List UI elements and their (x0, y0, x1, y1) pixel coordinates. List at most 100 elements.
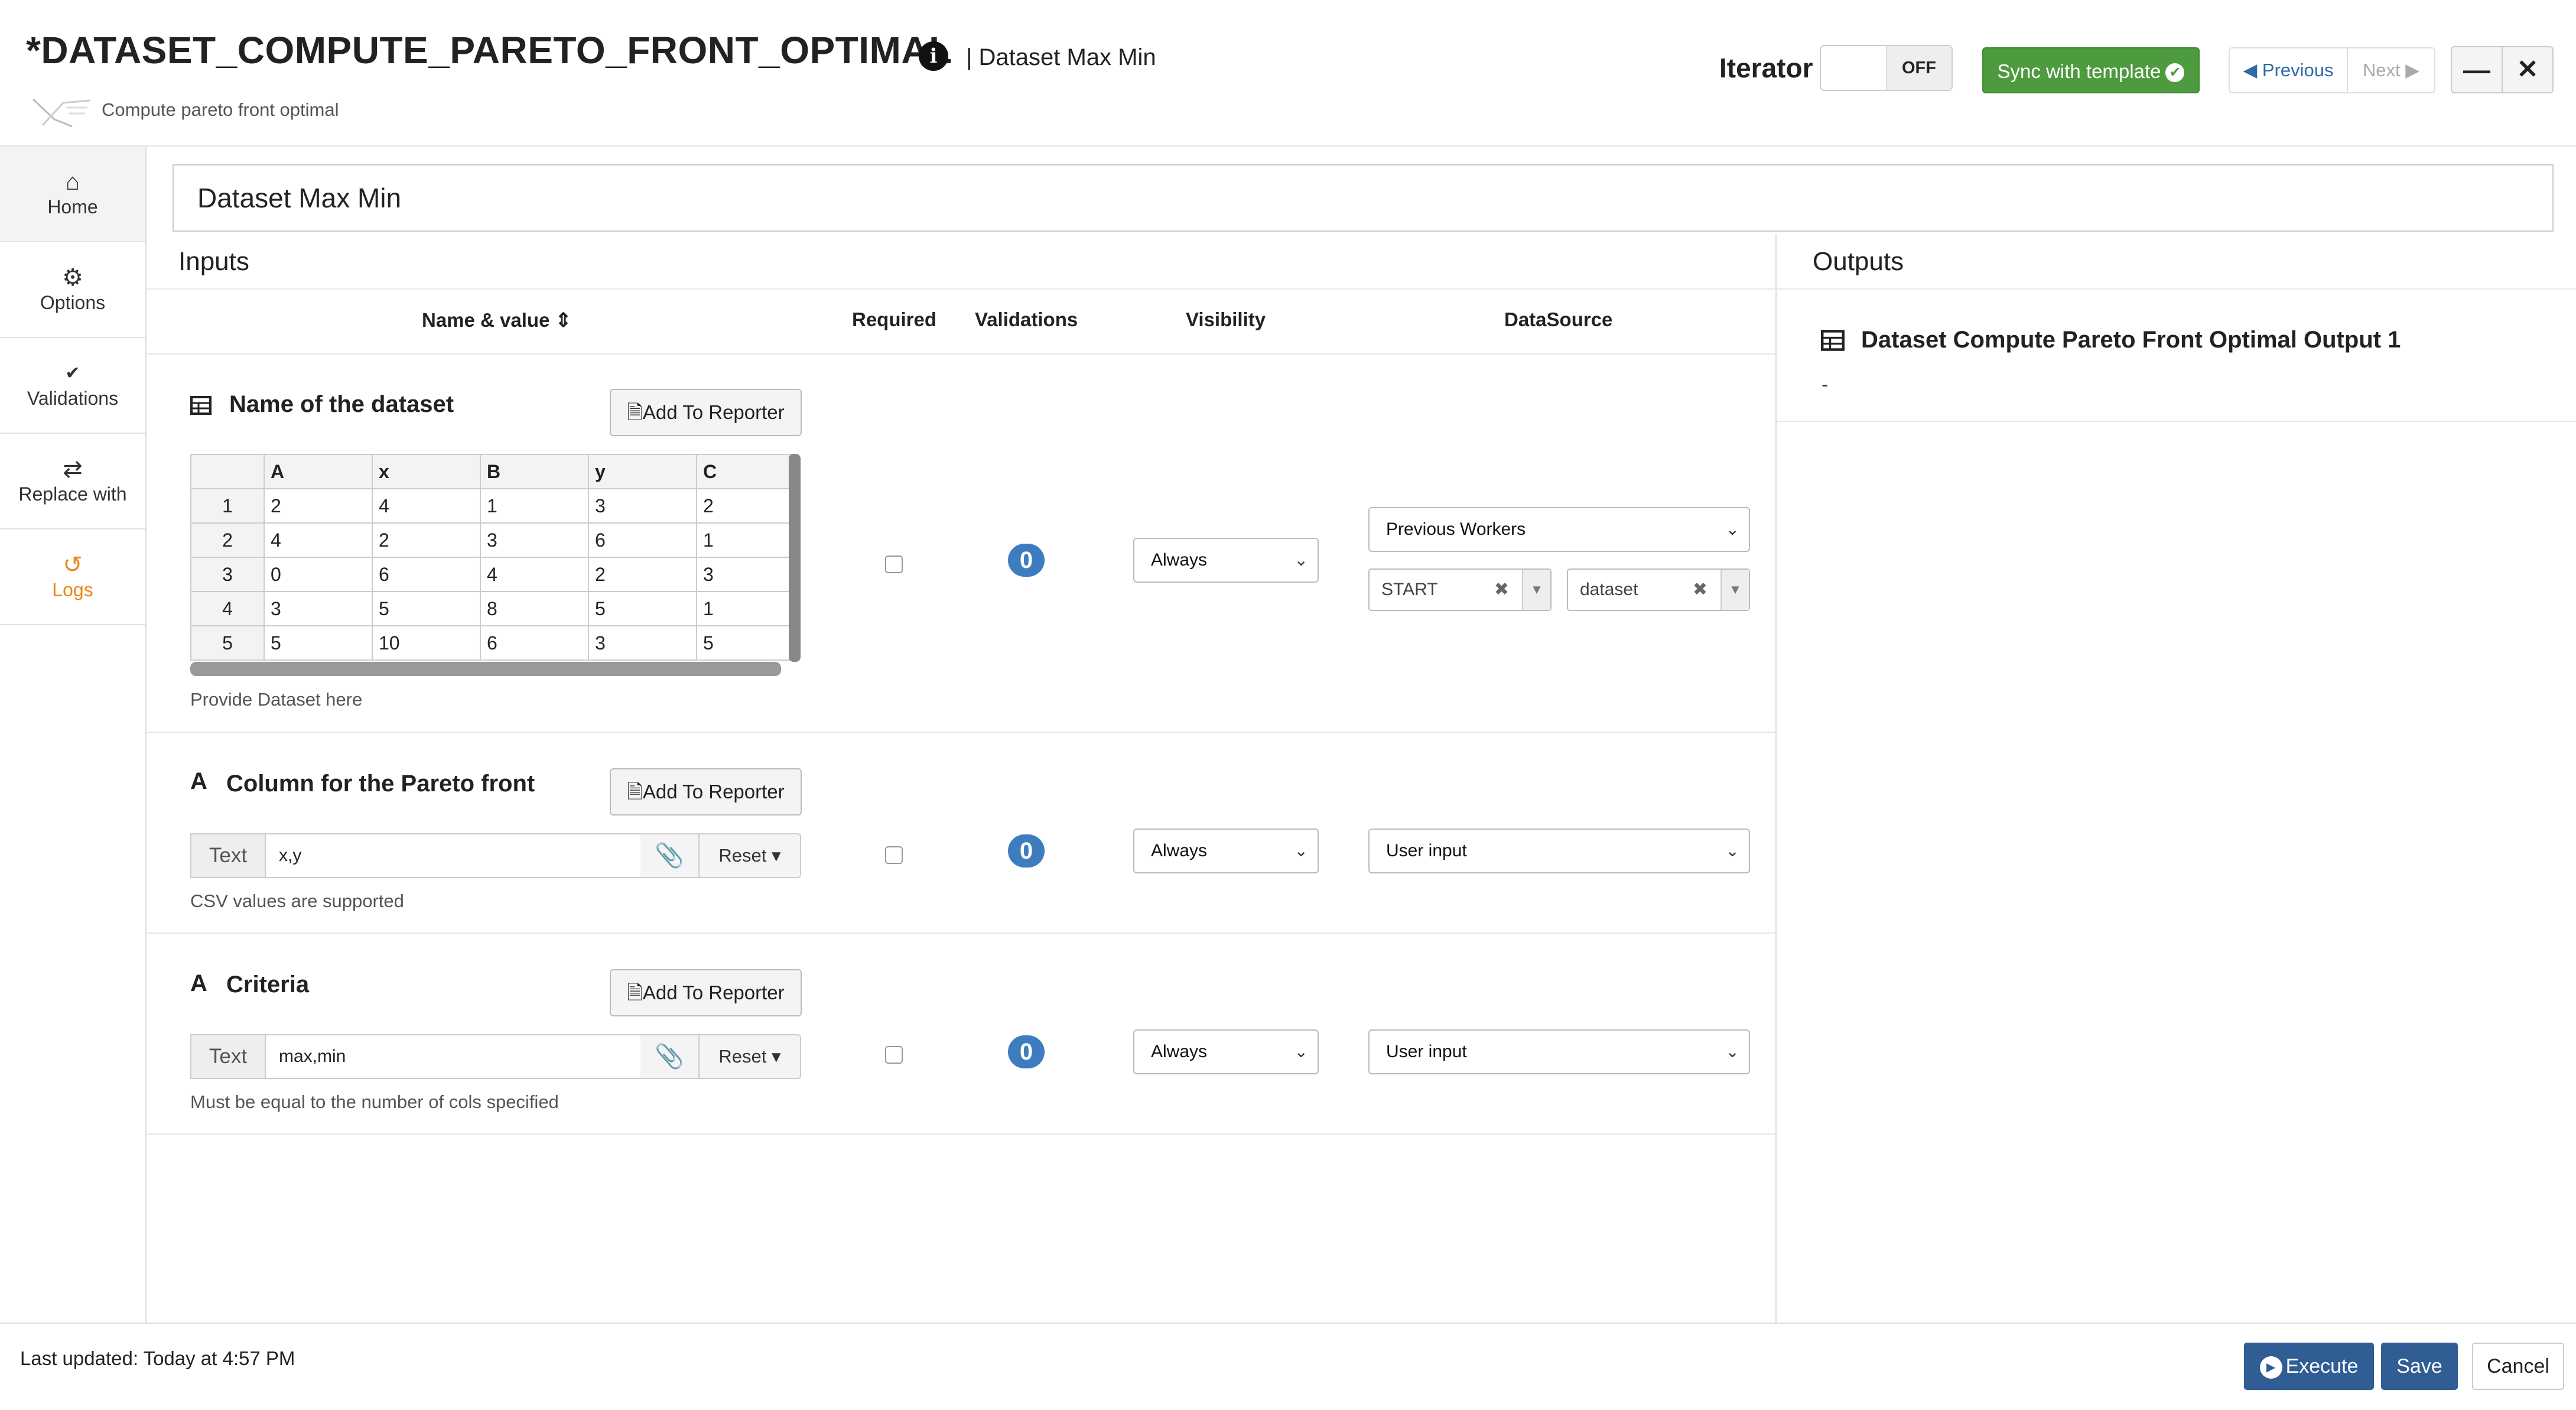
save-button[interactable]: Save (2381, 1343, 2458, 1390)
sidebar-item-logs[interactable]: ↺ Logs (0, 529, 145, 625)
source-output-select[interactable]: dataset ✖ ▼ (1567, 568, 1750, 611)
validations-count-badge[interactable]: 0 (1008, 544, 1045, 577)
table-row: 4 3 5 8 5 1 (190, 591, 792, 626)
caret-right-icon: ▶ (2405, 60, 2420, 80)
grid-cell[interactable]: 4 (480, 557, 589, 592)
next-button[interactable]: Next ▶ (2348, 47, 2435, 93)
worker-name-input[interactable]: Dataset Max Min (173, 164, 2554, 232)
grid-cell[interactable]: 3 (696, 557, 792, 592)
grid-cell[interactable]: 10 (372, 625, 481, 661)
grid-cell[interactable]: 5 (696, 625, 792, 661)
grid-cell[interactable]: 2 (696, 488, 792, 524)
columns-text-input[interactable]: x,y (266, 833, 643, 878)
close-button[interactable]: ✕ (2502, 46, 2554, 93)
grid-col-header[interactable]: y (588, 454, 697, 489)
required-checkbox[interactable] (885, 846, 903, 864)
grid-cell[interactable]: 1 (696, 522, 792, 558)
grid-vertical-scrollbar[interactable] (789, 454, 801, 662)
grid-cell[interactable]: 4 (372, 488, 481, 524)
worker-logo-icon (32, 98, 90, 128)
history-icon: ↺ (63, 552, 83, 578)
clear-icon[interactable]: ✖ (1693, 570, 1707, 610)
inputs-title: Inputs (178, 247, 249, 276)
add-to-reporter-button[interactable]: 🗎Add To Reporter (610, 768, 802, 816)
footer-bar: Last updated: Today at 4:57 PM ▶ Execute … (0, 1323, 2576, 1410)
sidebar-item-home[interactable]: ⌂ Home (0, 147, 145, 242)
sync-label: Sync with template (1997, 60, 2161, 82)
attach-button[interactable]: 📎 (640, 833, 700, 878)
grid-cell[interactable]: 5 (588, 591, 697, 626)
grid-cell[interactable]: 3 (588, 488, 697, 524)
grid-cell[interactable]: 2 (264, 488, 373, 524)
grid-corner (190, 454, 265, 489)
grid-cell[interactable]: 2 (588, 557, 697, 592)
grid-cell[interactable]: 6 (480, 625, 589, 661)
attach-button[interactable]: 📎 (640, 1034, 700, 1079)
required-checkbox[interactable] (885, 1046, 903, 1064)
col-header-name-value[interactable]: Name & value ⇕ (422, 308, 571, 332)
clear-icon[interactable]: ✖ (1494, 570, 1509, 610)
grid-col-header[interactable]: B (480, 454, 589, 489)
sidebar-item-replace-with[interactable]: ⇄ Replace with (0, 434, 145, 529)
datasource-select[interactable]: User input ⌄ (1368, 829, 1750, 873)
sidebar-item-validations[interactable]: ✔ Validations (0, 338, 145, 434)
source-worker-select[interactable]: START ✖ ▼ (1368, 568, 1552, 611)
visibility-select[interactable]: Always ⌄ (1133, 1029, 1319, 1074)
chevron-down-icon: ⌄ (1725, 842, 1739, 860)
criteria-text-input[interactable]: max,min (266, 1034, 643, 1079)
visibility-select[interactable]: Always ⌄ (1133, 538, 1319, 583)
page-subtitle: | Dataset Max Min (966, 44, 1156, 70)
caret-down-icon[interactable]: ▼ (1522, 570, 1550, 610)
validations-count-badge[interactable]: 0 (1008, 834, 1045, 868)
input-title-criteria: Criteria (226, 972, 310, 998)
grid-cell[interactable]: 1 (480, 488, 589, 524)
cancel-button[interactable]: Cancel (2472, 1343, 2564, 1390)
caret-down-icon[interactable]: ▼ (1720, 570, 1749, 610)
datasource-select[interactable]: User input ⌄ (1368, 1029, 1750, 1074)
select-value: User input (1386, 1042, 1467, 1061)
page-title: *DATASET_COMPUTE_PARETO_FRONT_OPTIMAL (26, 29, 952, 72)
sidebar-item-label: Validations (27, 388, 119, 409)
grid-cell[interactable]: 6 (372, 557, 481, 592)
grid-cell[interactable]: 1 (696, 591, 792, 626)
dataset-grid[interactable]: A x B y C 1 2 4 1 3 2 2 4 2 3 6 1 3 0 6 … (190, 454, 792, 661)
grid-cell[interactable]: 3 (264, 591, 373, 626)
grid-col-header[interactable]: A (264, 454, 373, 489)
grid-cell[interactable]: 3 (588, 625, 697, 661)
sync-with-template-button[interactable]: Sync with template ✔ (1982, 47, 2200, 93)
minimize-button[interactable]: — (2451, 46, 2503, 93)
info-icon[interactable]: i (919, 41, 948, 71)
chevron-down-icon: ⌄ (1725, 1042, 1739, 1061)
grid-cell[interactable]: 0 (264, 557, 373, 592)
grid-col-header[interactable]: x (372, 454, 481, 489)
grid-cell[interactable]: 4 (264, 522, 373, 558)
sidebar-item-options[interactable]: ⚙ Options (0, 242, 145, 338)
grid-cell[interactable]: 5 (264, 625, 373, 661)
grid-cell[interactable]: 3 (480, 522, 589, 558)
grid-cell[interactable]: 8 (480, 591, 589, 626)
col-header-validations: Validations (975, 308, 1078, 330)
output-value: - (1822, 373, 1829, 396)
add-to-reporter-button[interactable]: 🗎Add To Reporter (610, 969, 802, 1016)
visibility-select[interactable]: Always ⌄ (1133, 829, 1319, 873)
grid-horizontal-scrollbar[interactable] (190, 662, 781, 676)
reset-dropdown-button[interactable]: Reset ▾ (700, 1034, 801, 1079)
previous-button[interactable]: ◀ Previous (2229, 47, 2348, 93)
grid-col-header[interactable]: C (696, 454, 792, 489)
execute-button[interactable]: ▶ Execute (2244, 1343, 2374, 1390)
input-type-label: Text (190, 1034, 266, 1079)
table-icon (1821, 330, 1845, 351)
validations-count-badge[interactable]: 0 (1008, 1035, 1045, 1068)
reset-dropdown-button[interactable]: Reset ▾ (700, 833, 801, 878)
iterator-toggle[interactable]: OFF (1820, 45, 1953, 91)
reset-label: Reset (718, 845, 767, 866)
grid-cell[interactable]: 2 (372, 522, 481, 558)
text-type-icon: A (190, 768, 207, 794)
paperclip-icon: 📎 (655, 843, 684, 869)
chevron-down-icon: ⌄ (1725, 520, 1739, 538)
required-checkbox[interactable] (885, 555, 903, 573)
grid-cell[interactable]: 6 (588, 522, 697, 558)
datasource-select[interactable]: Previous Workers ⌄ (1368, 507, 1750, 552)
grid-cell[interactable]: 5 (372, 591, 481, 626)
add-to-reporter-button[interactable]: 🗎Add To Reporter (610, 389, 802, 436)
